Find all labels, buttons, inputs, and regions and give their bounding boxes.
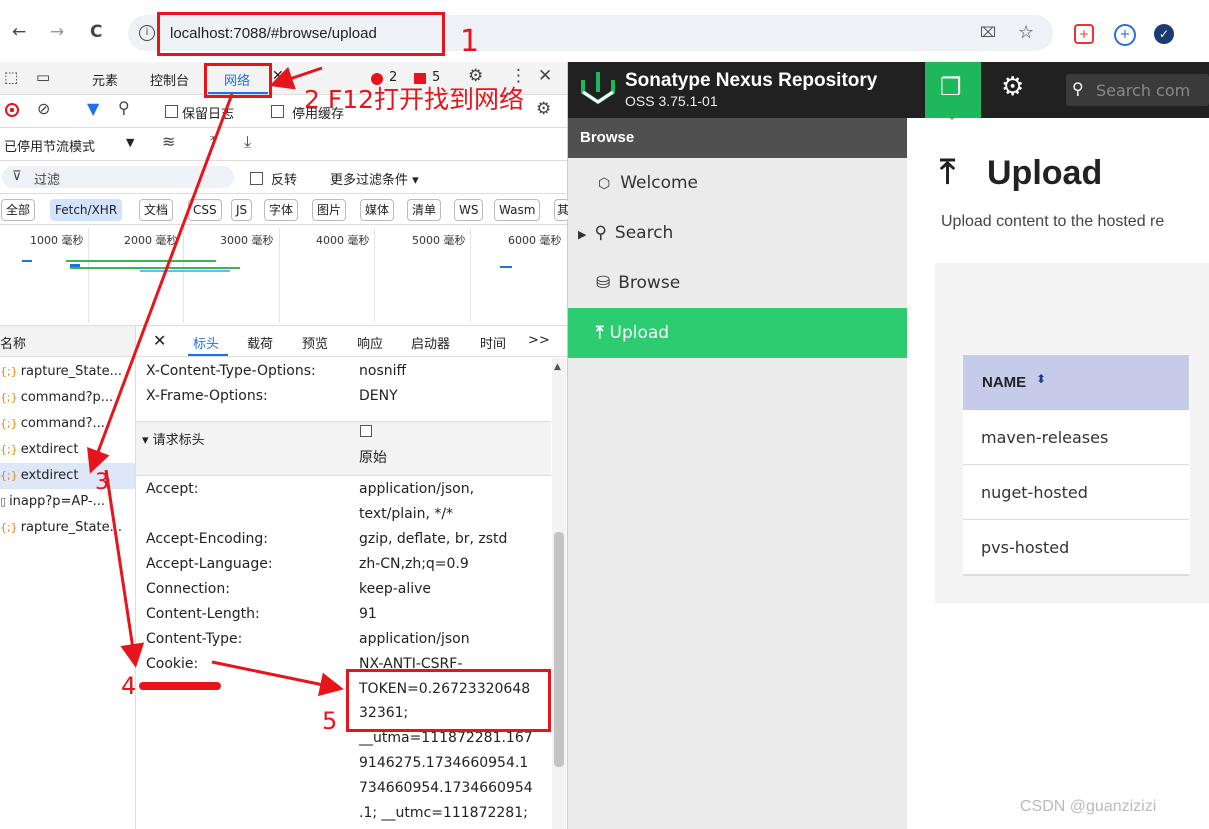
arrow-to-token bbox=[211, 660, 344, 697]
arrow-to-request bbox=[87, 93, 234, 474]
arrow-to-cookie bbox=[104, 469, 145, 668]
annotation-arrows bbox=[87, 66, 344, 697]
arrow-to-network bbox=[269, 66, 323, 90]
